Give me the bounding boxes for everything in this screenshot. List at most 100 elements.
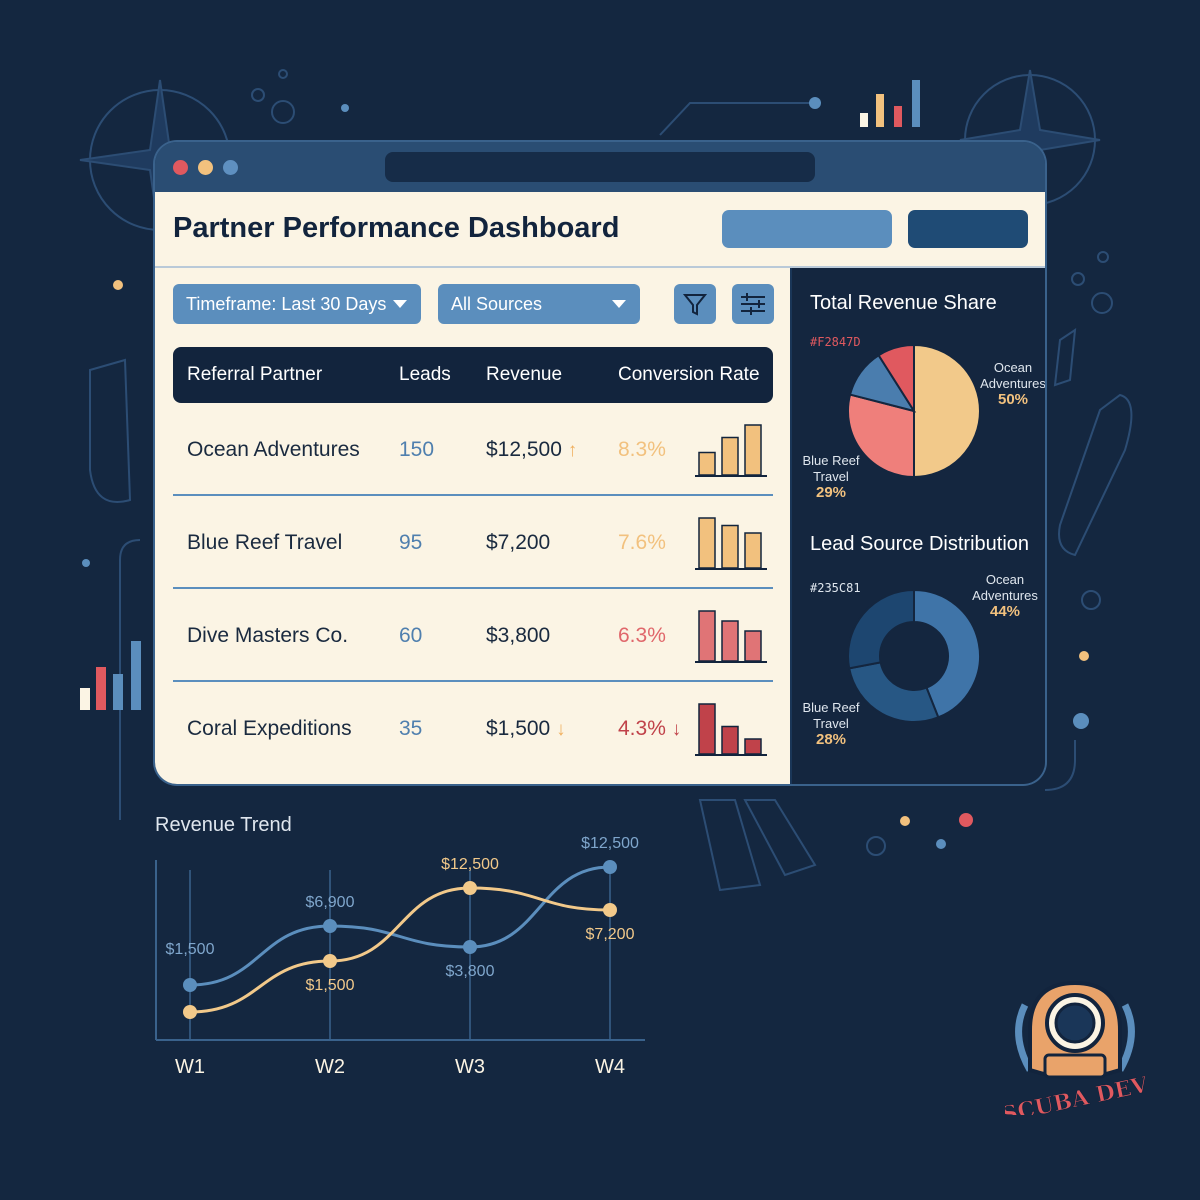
revenue-share-slice — [913, 343, 981, 479]
chart-sidebar: Total Revenue Share #F2847D Ocean Advent… — [792, 268, 1045, 784]
revenue-amount: $3,800 — [486, 624, 551, 647]
trend-down-icon: ↓ — [671, 719, 682, 740]
browser-titlebar — [155, 142, 1045, 192]
sources-dropdown[interactable]: All Sources — [438, 284, 640, 324]
filter-icon — [682, 294, 708, 316]
blue-series-point — [603, 860, 617, 874]
conversion-mini-bar-chart — [695, 517, 767, 570]
column-header-revenue: Revenue — [486, 364, 563, 385]
trend-up-icon: ↓ — [556, 719, 566, 740]
gold-series-point — [183, 1005, 197, 1019]
settings-button[interactable] — [732, 284, 774, 324]
conversion-rate: 4.3% — [618, 717, 666, 740]
revenue-share-title: Total Revenue Share — [810, 292, 997, 314]
lead-distribution-title: Lead Source Distribution — [810, 533, 1030, 555]
mini-bar — [698, 610, 716, 662]
minimize-window-dot[interactable] — [198, 160, 213, 175]
week-tick-label: W3 — [455, 1056, 485, 1078]
mini-bar — [721, 524, 739, 569]
lead-distribution-blue-name: Blue Reef Travel — [802, 700, 860, 731]
lead-distribution-ocean-pct: 44% — [989, 603, 1021, 620]
revenue-amount: $12,500 — [486, 438, 562, 461]
gold-series-line — [189, 886, 611, 1014]
lead-distribution-blue-pct: 28% — [815, 731, 847, 748]
conversion-rate: 6.3% — [618, 624, 666, 647]
mini-bar — [698, 517, 716, 569]
table-row[interactable]: Dive Masters Co. 60 $3,800 6.3% — [173, 589, 773, 682]
leads-value: 150 — [399, 438, 435, 461]
conversion-mini-bar-chart — [695, 703, 767, 756]
column-header-conversion: Conversion Rate — [618, 364, 760, 385]
column-header-leads: Leads — [399, 364, 451, 385]
mini-bar — [721, 620, 739, 662]
table-header: Referral Partner Leads Revenue Conversio… — [173, 347, 773, 403]
filter-button[interactable] — [674, 284, 716, 324]
timeframe-dropdown-label: Timeframe: Last 30 Days — [186, 294, 387, 314]
gold-data-label: $1,500 — [306, 977, 355, 994]
lead-distribution-slice — [847, 588, 915, 670]
partner-name: Blue Reef Travel — [187, 531, 343, 554]
leads-value: 95 — [399, 531, 423, 554]
revenue-amount: $1,500 — [486, 717, 551, 740]
dashboard-window: Partner Performance Dashboard Timeframe:… — [155, 142, 1045, 784]
lead-distribution-ocean-name: Ocean Adventures — [972, 572, 1038, 603]
conversion-rate: 8.3% — [618, 438, 666, 461]
gold-data-label: $7,200 — [586, 926, 635, 943]
timeframe-dropdown[interactable]: Timeframe: Last 30 Days — [173, 284, 421, 324]
address-bar[interactable] — [385, 152, 815, 182]
conversion-mini-bar-chart — [695, 424, 767, 477]
revenue-value: $12,500 ↑ — [486, 438, 577, 462]
conversion-mini-bar-chart — [695, 610, 767, 663]
header-action-button-primary[interactable] — [722, 210, 892, 248]
mini-bar — [744, 738, 762, 755]
revenue-share-blue-name: Blue Reef Travel — [802, 453, 860, 484]
revenue-value: $7,200 — [486, 531, 550, 555]
conversion-rate-value: 7.6% — [618, 531, 666, 555]
leads-value: 60 — [399, 624, 423, 647]
trend-up-icon: ↑ — [567, 440, 578, 461]
table-row[interactable]: Coral Expeditions 35 $1,500 ↓ 4.3% ↓ — [173, 682, 773, 775]
revenue-share-ocean-label: Ocean Adventures 50% — [975, 360, 1045, 408]
table-row[interactable]: Ocean Adventures 150 $12,500 ↑ 8.3% — [173, 403, 773, 496]
header-action-button-secondary[interactable] — [908, 210, 1028, 248]
week-tick-label: W2 — [315, 1056, 345, 1078]
partner-name: Coral Expeditions — [187, 717, 352, 740]
scuba-dev-logo: SCUBA DEV — [1005, 980, 1145, 1115]
lead-distribution-blue-label: Blue Reef Travel 28% — [796, 700, 866, 748]
chevron-down-icon — [612, 300, 626, 308]
revenue-share-ocean-pct: 50% — [997, 391, 1029, 408]
blue-data-label: $3,800 — [446, 963, 495, 980]
blue-data-label: $12,500 — [581, 835, 639, 852]
sources-dropdown-label: All Sources — [451, 294, 543, 314]
conversion-rate: 7.6% — [618, 531, 666, 554]
conversion-rate-value: 8.3% — [618, 438, 666, 462]
mini-bar — [721, 436, 739, 476]
revenue-value: $3,800 — [486, 624, 550, 648]
leads-value: 35 — [399, 717, 423, 740]
blue-series-point — [463, 940, 477, 954]
mini-bar — [744, 532, 762, 569]
mini-bar — [721, 725, 739, 755]
blue-series-point — [183, 978, 197, 992]
mini-bar — [744, 630, 762, 662]
revenue-trend-chart: W1 W2 W3 W4 $1,500 $6,900 $1,500 $3,800 $12,500 $… — [155, 835, 645, 1078]
blue-series-point — [323, 919, 337, 933]
revenue-value: $1,500 ↓ — [486, 717, 566, 741]
close-window-dot[interactable] — [173, 160, 188, 175]
blue-data-label: $1,500 — [166, 941, 215, 958]
chevron-down-icon — [393, 300, 407, 308]
dashboard-header: Partner Performance Dashboard — [155, 192, 1045, 268]
week-tick-label: W1 — [175, 1056, 205, 1078]
revenue-amount: $7,200 — [486, 531, 551, 554]
partner-name: Dive Masters Co. — [187, 624, 349, 647]
lead-distribution-ocean-label: Ocean Adventures 44% — [967, 572, 1043, 620]
week-tick-label: W4 — [595, 1056, 625, 1078]
gold-series-point — [463, 881, 477, 895]
page-title: Partner Performance Dashboard — [173, 212, 620, 244]
conversion-rate-value: 6.3% — [618, 624, 666, 648]
table-row[interactable]: Blue Reef Travel 95 $7,200 7.6% — [173, 496, 773, 589]
gold-data-label: $12,500 — [441, 856, 499, 873]
mini-bar — [698, 451, 716, 476]
partner-table-panel: Timeframe: Last 30 Days All Sources Refe… — [155, 268, 790, 784]
maximize-window-dot[interactable] — [223, 160, 238, 175]
